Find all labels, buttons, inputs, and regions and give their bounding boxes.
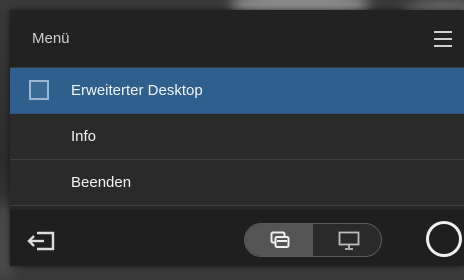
toggle-windows[interactable] xyxy=(245,224,313,256)
monitor-icon xyxy=(338,231,360,250)
exit-icon[interactable] xyxy=(26,229,56,253)
menu-title: Menü xyxy=(32,30,70,47)
toggle-monitor[interactable] xyxy=(313,224,381,256)
menu-item-label: Erweiterter Desktop xyxy=(71,82,203,99)
menu-item-beenden[interactable]: Beenden xyxy=(10,160,464,206)
hamburger-icon[interactable] xyxy=(434,31,452,47)
menu-header: Menü xyxy=(10,10,464,68)
windows-icon xyxy=(270,231,290,248)
menu-item-label: Info xyxy=(71,128,97,145)
footer-bar xyxy=(10,210,464,266)
menu-panel: Menü Erweiterter Desktop Info Beenden xyxy=(10,10,464,266)
view-toggle[interactable] xyxy=(244,223,382,257)
menu-item-extended-desktop[interactable]: Erweiterter Desktop xyxy=(10,68,464,114)
menu-item-info[interactable]: Info xyxy=(10,114,464,160)
menu-item-label: Beenden xyxy=(71,174,132,191)
circle-icon[interactable] xyxy=(426,221,462,257)
checkbox[interactable] xyxy=(29,80,49,100)
